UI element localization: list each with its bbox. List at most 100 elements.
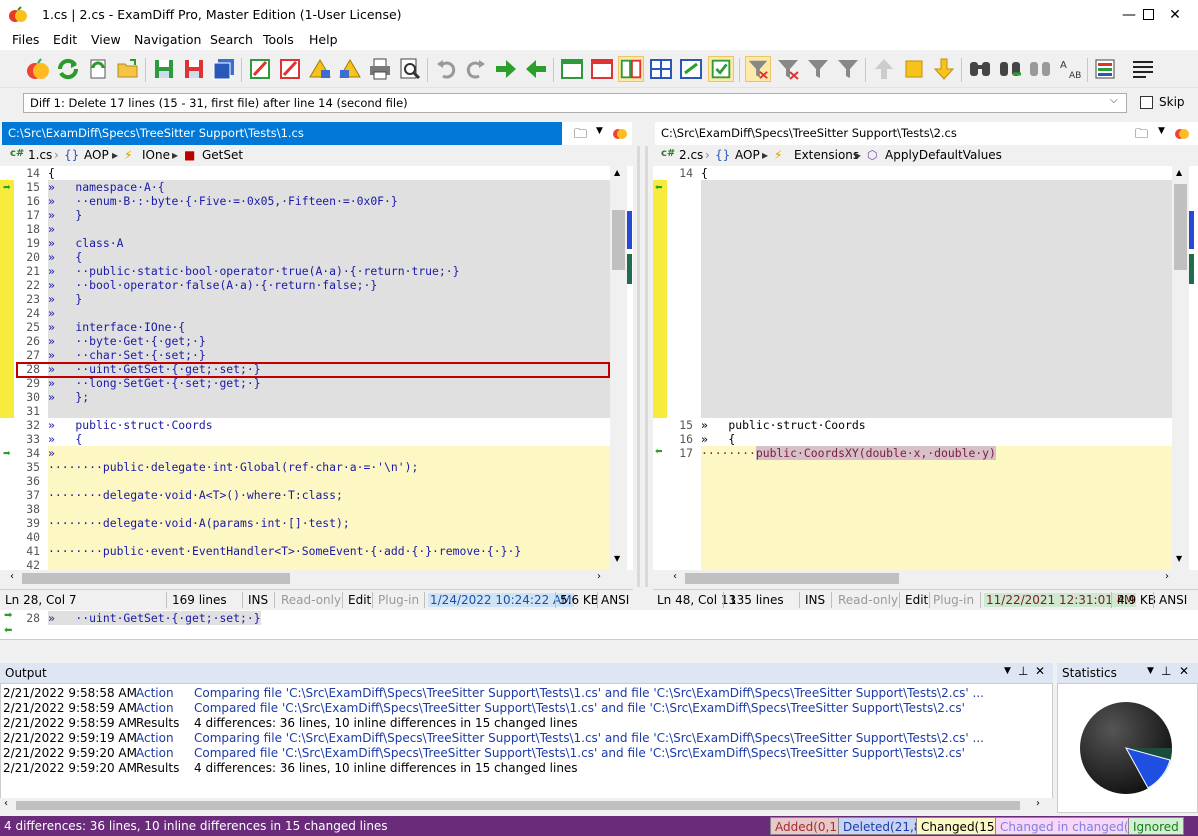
right-editor[interactable]: ⬅ ⬅ 14 {15 » public·struct·Coords 16 » {17 ··…	[653, 166, 1198, 570]
scroll-up-icon[interactable]: ▲	[614, 168, 620, 177]
sync-scroll-icon[interactable]	[678, 56, 704, 82]
current-diff-icon[interactable]	[901, 56, 927, 82]
right-edit[interactable]: Edit	[905, 593, 928, 607]
menu-edit[interactable]: Edit	[53, 32, 77, 47]
output-menu-icon[interactable]: ▼	[1004, 666, 1011, 676]
scroll-right-icon[interactable]: ›	[1165, 571, 1169, 582]
warning-left-icon[interactable]	[307, 56, 333, 82]
legend-added[interactable]: Added(0,1)	[770, 817, 847, 835]
print-preview-icon[interactable]	[397, 56, 423, 82]
find-prev-icon[interactable]	[1027, 56, 1053, 82]
right-crumb-class[interactable]: Extensions	[794, 148, 859, 162]
menu-help[interactable]: Help	[309, 32, 338, 47]
left-crumb-member[interactable]: GetSet	[202, 148, 243, 162]
left-vscrollbar[interactable]: ▲ ▼	[610, 166, 627, 570]
close-icon[interactable]: ✕	[1152, 0, 1198, 30]
view-right-icon[interactable]	[589, 56, 615, 82]
right-vscrollbar[interactable]: ▲ ▼	[1172, 166, 1189, 570]
menu-files[interactable]: Files	[12, 32, 39, 47]
layout-options-icon[interactable]	[1093, 56, 1119, 82]
stats-menu-icon[interactable]: ▼	[1147, 666, 1154, 676]
skip-checkbox[interactable]	[1140, 96, 1153, 109]
view-left-icon[interactable]	[559, 56, 585, 82]
right-crumb-file[interactable]: 2.cs	[679, 148, 703, 162]
stats-close-icon[interactable]: ✕	[1179, 664, 1189, 678]
scroll-left-icon[interactable]: ‹	[673, 571, 677, 582]
down-arrow-icon[interactable]	[931, 56, 957, 82]
right-readonly[interactable]: Read-only	[838, 593, 898, 607]
output-hscrollbar[interactable]: ‹ ›	[0, 798, 1053, 813]
right-dropdown-icon[interactable]: ▼	[1158, 126, 1165, 136]
find-icon[interactable]	[967, 56, 993, 82]
pin-icon[interactable]: ⊥	[1018, 664, 1028, 678]
legend-changed[interactable]: Changed(15)	[916, 817, 1005, 835]
warning-right-icon[interactable]	[337, 56, 363, 82]
legend-ignored[interactable]: Ignored	[1128, 817, 1184, 835]
next-diff-icon[interactable]	[493, 56, 519, 82]
left-crumb-interface[interactable]: IOne	[142, 148, 170, 162]
output-log[interactable]: 2/21/2022 9:58:58 AM Action Comparing file…	[0, 683, 1053, 813]
edit-left-icon[interactable]	[247, 56, 273, 82]
menu-view[interactable]: View	[91, 32, 121, 47]
left-editor[interactable]: ➡ ➡ 14{15» namespace·A·{16» ··enum·B·:·b…	[0, 166, 633, 570]
refresh-icon[interactable]	[55, 56, 81, 82]
filter-added-icon[interactable]	[775, 56, 801, 82]
compare-icon[interactable]	[25, 56, 51, 82]
edit-right-icon[interactable]	[277, 56, 303, 82]
open-folder-icon[interactable]	[115, 56, 141, 82]
word-wrap-icon[interactable]	[1130, 56, 1156, 82]
right-crumb-method[interactable]: ApplyDefaultValues	[885, 148, 1002, 162]
right-hscrollbar[interactable]: ‹ ›	[653, 570, 1198, 587]
checkbox-view-icon[interactable]	[708, 56, 734, 82]
output-hscroll-thumb[interactable]	[16, 801, 1020, 810]
left-readonly[interactable]: Read-only	[281, 593, 341, 607]
filter-icon[interactable]	[745, 56, 771, 82]
save-right-icon[interactable]	[181, 56, 207, 82]
left-plugin[interactable]: Plug-in	[378, 593, 419, 607]
scroll-down-icon[interactable]: ▼	[614, 554, 620, 563]
left-hscrollbar[interactable]: ‹ ›	[0, 570, 633, 587]
filter-changed-icon[interactable]	[805, 56, 831, 82]
scroll-up-icon[interactable]: ▲	[1176, 168, 1182, 177]
left-vscroll-thumb[interactable]	[612, 210, 625, 270]
scroll-left-icon[interactable]: ‹	[10, 571, 14, 582]
print-icon[interactable]	[367, 56, 393, 82]
right-crumb-namespace[interactable]: AOP	[735, 148, 760, 162]
left-edit[interactable]: Edit	[348, 593, 371, 607]
legend-changed-in-changed[interactable]: Changed in changed(1)	[995, 817, 1146, 835]
prev-diff-icon[interactable]	[523, 56, 549, 82]
chevron-down-icon[interactable]: ⌵	[1110, 95, 1118, 106]
save-left-icon[interactable]	[151, 56, 177, 82]
up-arrow-icon[interactable]	[871, 56, 897, 82]
scroll-right-icon[interactable]: ›	[1036, 798, 1040, 809]
pane-splitter[interactable]	[633, 146, 653, 587]
scroll-right-icon[interactable]: ›	[597, 571, 601, 582]
right-vscroll-thumb[interactable]	[1174, 184, 1187, 270]
menu-navigation[interactable]: Navigation	[134, 32, 201, 47]
recompare-icon[interactable]	[85, 56, 111, 82]
side-by-side-icon[interactable]	[618, 56, 644, 82]
right-plugin[interactable]: Plug-in	[933, 593, 974, 607]
grid-view-icon[interactable]	[648, 56, 674, 82]
scroll-down-icon[interactable]: ▼	[1176, 554, 1182, 563]
right-hscroll-thumb[interactable]	[685, 573, 899, 584]
left-dropdown-icon[interactable]: ▼	[596, 126, 603, 136]
undo-icon[interactable]	[433, 56, 459, 82]
right-folder-icon[interactable]: 🗀	[1135, 125, 1148, 147]
menu-search[interactable]: Search	[210, 32, 253, 47]
left-crumb-file[interactable]: 1.cs	[28, 148, 52, 162]
find-next-icon[interactable]	[997, 56, 1023, 82]
output-close-icon[interactable]: ✕	[1035, 664, 1045, 678]
case-icon[interactable]: AAB	[1057, 56, 1083, 82]
filter-ignored-icon[interactable]	[835, 56, 861, 82]
right-code-area[interactable]: 14 {15 » public·struct·Coords 16 » {17 ······…	[667, 166, 1175, 570]
menu-tools[interactable]: Tools	[263, 32, 294, 47]
scroll-left-icon[interactable]: ‹	[4, 798, 8, 809]
redo-icon[interactable]	[463, 56, 489, 82]
left-folder-icon[interactable]: 🗀	[574, 125, 587, 147]
left-hscroll-thumb[interactable]	[22, 573, 290, 584]
diff-select[interactable]: Diff 1: Delete 17 lines (15 - 31, first …	[23, 93, 1127, 113]
pin-icon[interactable]: ⊥	[1161, 664, 1171, 678]
save-all-icon[interactable]	[211, 56, 237, 82]
left-crumb-namespace[interactable]: AOP	[84, 148, 109, 162]
